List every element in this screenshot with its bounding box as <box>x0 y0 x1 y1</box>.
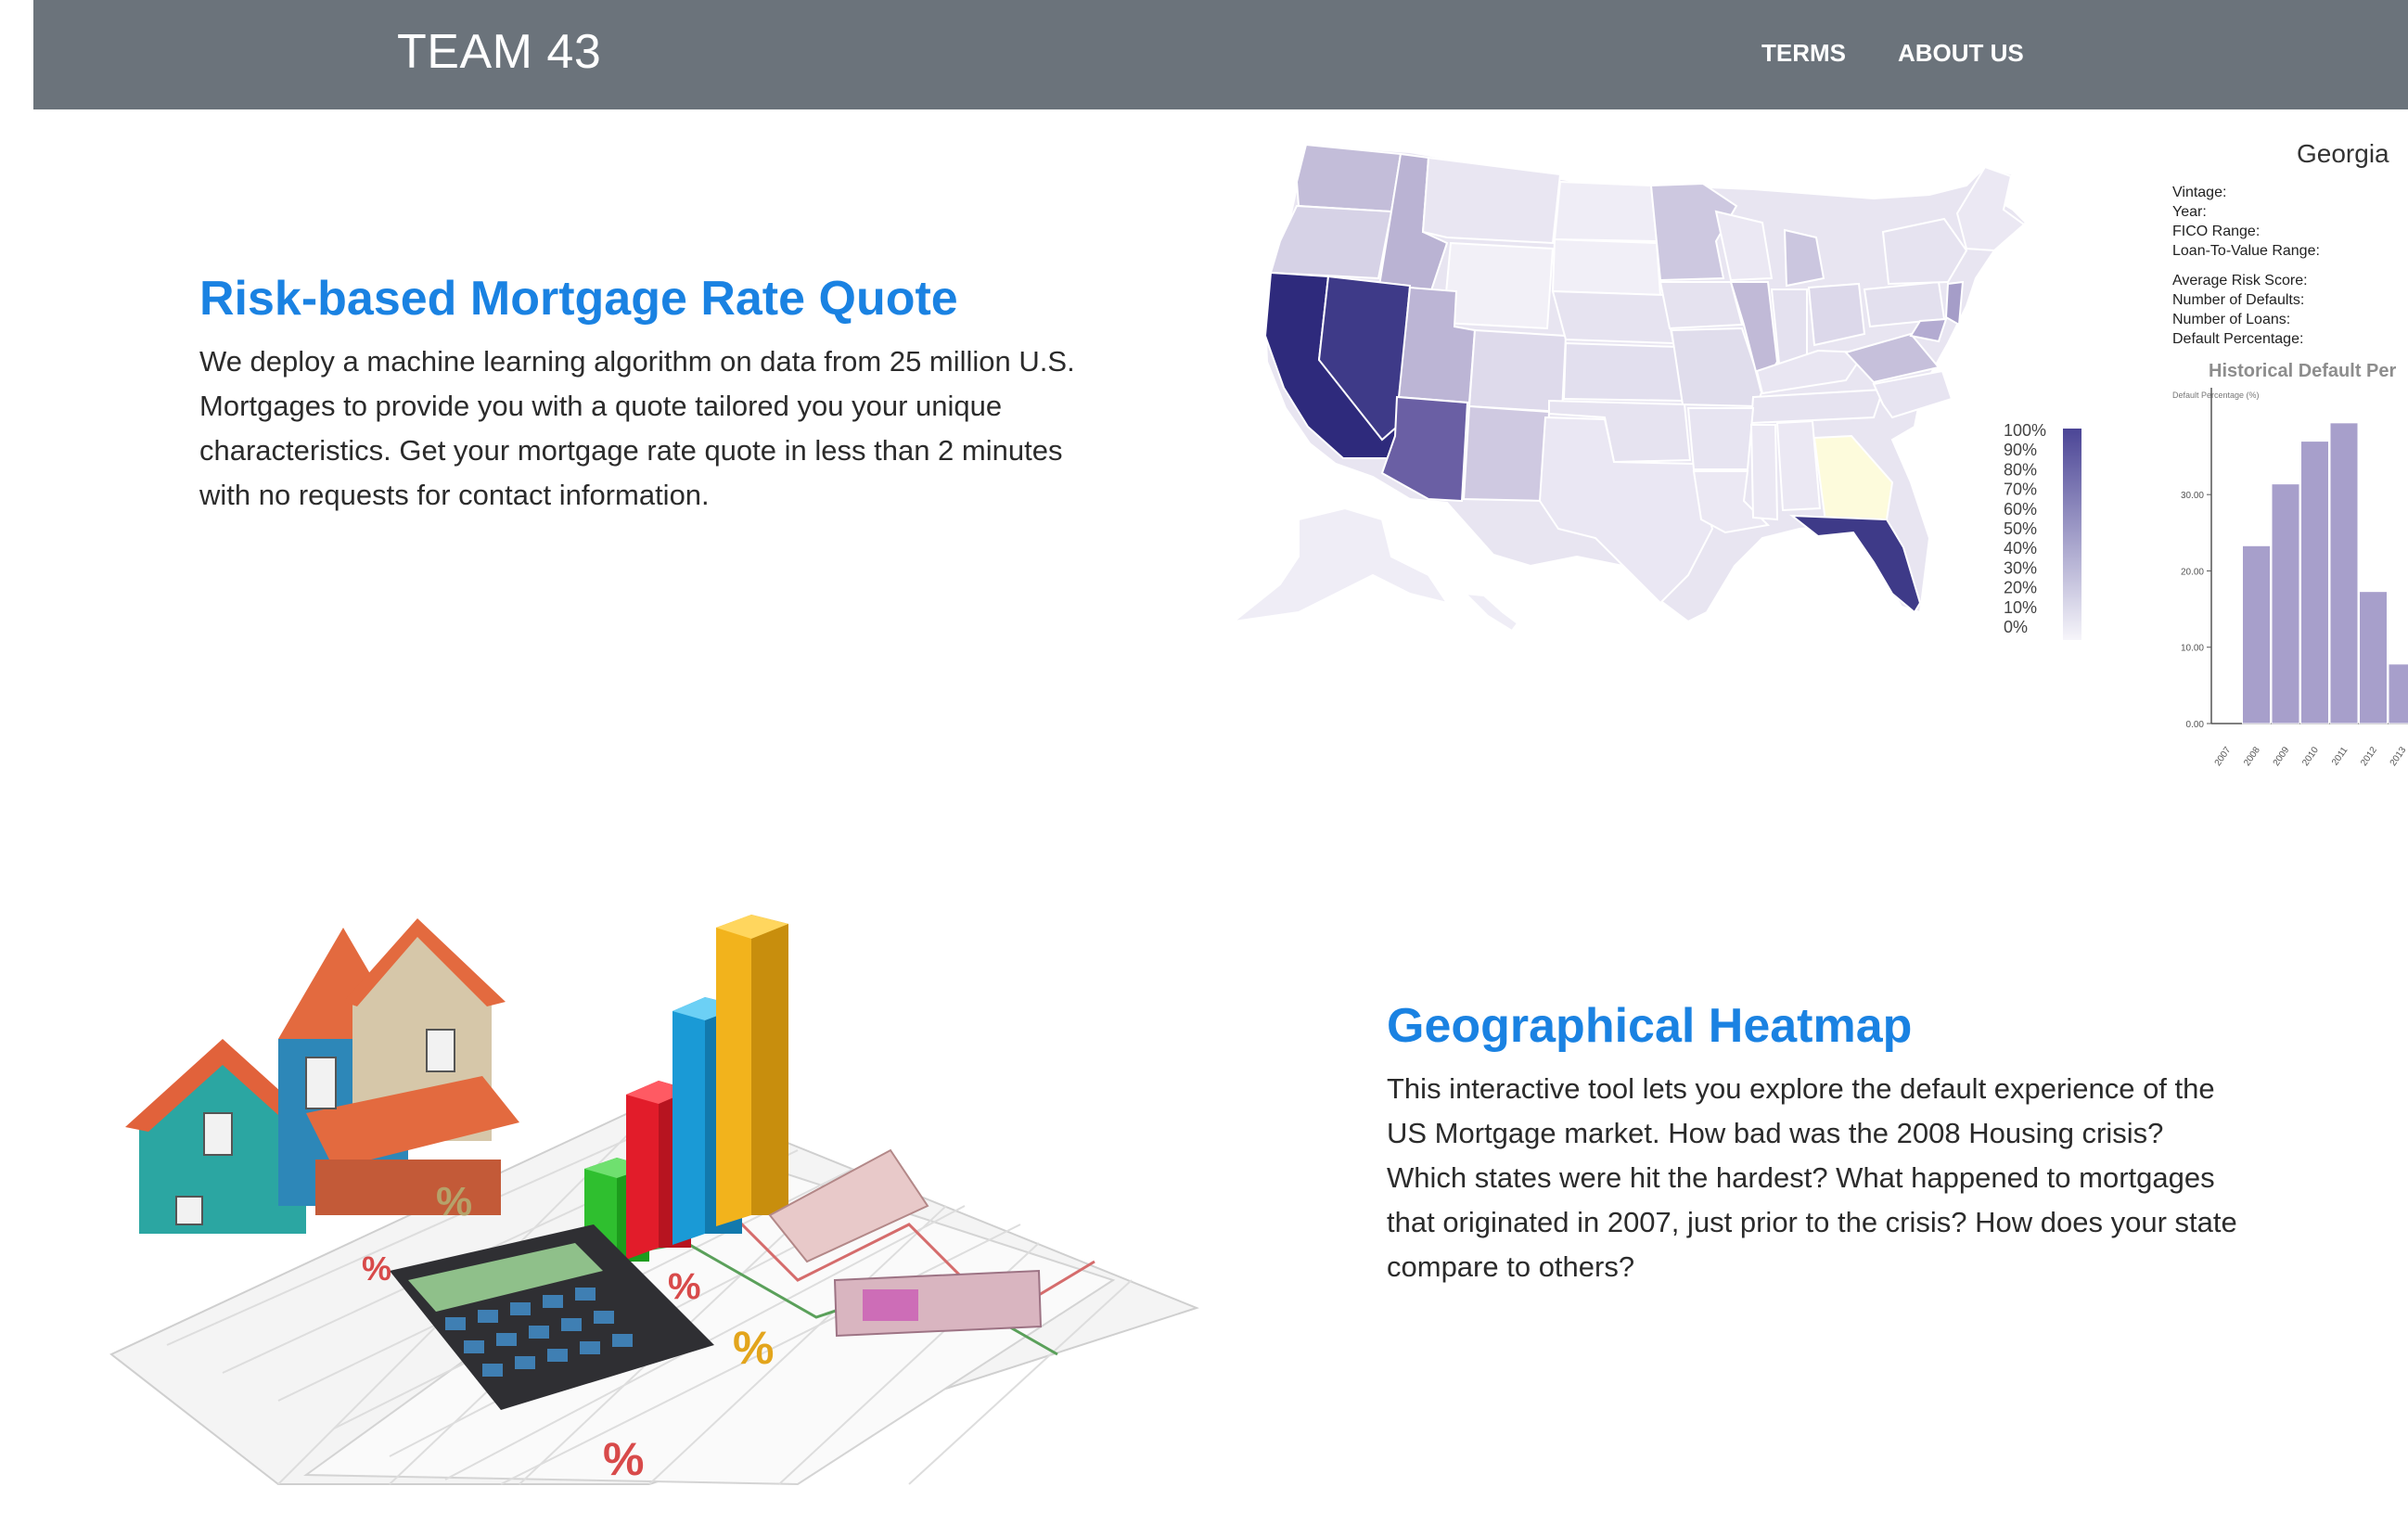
state-hawaii[interactable] <box>1463 592 1519 633</box>
state-washington[interactable] <box>1295 143 1403 213</box>
state-arkansas[interactable] <box>1686 407 1755 470</box>
chart-y-tick-label: 0.00 <box>2186 720 2205 730</box>
nav-terms-link[interactable]: TERMS <box>1761 39 1846 68</box>
state-iowa[interactable] <box>1659 281 1744 330</box>
state-alaska[interactable] <box>1230 506 1450 623</box>
state-new-mexico[interactable] <box>1462 404 1551 503</box>
chart-ylabel: Default Percentage (%) <box>2172 391 2260 400</box>
page-margin <box>0 0 33 1525</box>
state-new-jersey[interactable] <box>1944 280 1965 327</box>
state-new-england[interactable] <box>1955 165 2026 252</box>
section-body-rate-quote: We deploy a machine learning algorithm o… <box>199 345 1075 511</box>
default-bar-chart: 0.00 10.00 20.00 30.00 2007 2008 2009 2010 2011 2… <box>2181 388 2408 768</box>
legend-label: 80% <box>2004 460 2037 479</box>
heatmap-legend: 100%90%80% 70%60%50%40%30% 20%10%0% <box>2004 421 2046 636</box>
nav-about-us-link[interactable]: ABOUT US <box>1898 39 2024 68</box>
state-detail-panel: Georgia Vintage: Year: FICO Range: Loan-… <box>2172 139 2408 768</box>
chart-y-tick-label: 30.00 <box>2181 491 2204 501</box>
state-colorado[interactable] <box>1467 328 1568 414</box>
svg-text:%: % <box>733 1322 774 1374</box>
top-navbar: TEAM 43 TERMS ABOUT US <box>33 0 2408 109</box>
legend-label: 40% <box>2004 539 2037 557</box>
chart-x-tick-label: 2013 <box>2389 745 2408 768</box>
legend-label: 70% <box>2004 481 2037 499</box>
panel-field-loans: Number of Loans: <box>2172 312 2290 327</box>
chart-bar-2011[interactable] <box>2329 422 2359 724</box>
legend-label: 10% <box>2004 598 2037 617</box>
state-ohio[interactable] <box>1807 282 1866 347</box>
chart-x-tick-label: 2010 <box>2300 745 2321 768</box>
state-wyoming[interactable] <box>1441 241 1555 330</box>
panel-field-year: Year: <box>2172 204 2207 220</box>
state-montana[interactable] <box>1421 156 1562 245</box>
section-body-heatmap: This interactive tool lets you explore t… <box>1387 1072 2237 1283</box>
section-title-rate-quote: Risk-based Mortgage Rate Quote <box>199 272 958 326</box>
panel-field-risk: Average Risk Score: <box>2172 273 2308 288</box>
svg-text:%: % <box>603 1433 644 1485</box>
chart-bar-2012[interactable] <box>2359 591 2388 724</box>
legend-label: 20% <box>2004 579 2037 597</box>
chart-x-tick-label: 2011 <box>2330 745 2350 767</box>
chart-x-tick-label: 2008 <box>2242 745 2262 768</box>
state-mississippi[interactable] <box>1749 424 1779 521</box>
chart-bar-2013[interactable] <box>2388 663 2408 724</box>
panel-field-default-pct: Default Percentage: <box>2172 331 2303 347</box>
state-south-dakota[interactable] <box>1551 237 1662 297</box>
panel-fields-a: Vintage: Year: FICO Range: Loan-To-Value… <box>2172 185 2320 259</box>
legend-label: 50% <box>2004 519 2037 538</box>
chart-y-tick-label: 10.00 <box>2181 644 2204 654</box>
panel-fields-b: Average Risk Score: Number of Defaults: … <box>2172 273 2308 347</box>
state-kansas[interactable] <box>1562 341 1684 403</box>
state-nebraska[interactable] <box>1551 289 1675 345</box>
chart-bar-2010[interactable] <box>2300 441 2329 724</box>
chart-bar-2008[interactable] <box>2242 545 2271 724</box>
legend-label: 30% <box>2004 558 2037 577</box>
state-alabama[interactable] <box>1775 419 1822 512</box>
svg-text:%: % <box>436 1179 472 1224</box>
chart-y-tick-label: 20.00 <box>2181 567 2204 577</box>
chart-title: Historical Default Per <box>2209 361 2397 381</box>
svg-text:%: % <box>668 1266 701 1307</box>
svg-text:%: % <box>362 1249 391 1288</box>
state-north-dakota[interactable] <box>1553 180 1659 243</box>
legend-color-bar <box>2063 429 2081 640</box>
panel-field-ltv: Loan-To-Value Range: <box>2172 243 2320 259</box>
legend-label: 60% <box>2004 500 2037 519</box>
chart-bar-2009[interactable] <box>2271 483 2300 724</box>
panel-field-defaults: Number of Defaults: <box>2172 292 2304 308</box>
chart-x-tick-label: 2012 <box>2359 745 2379 768</box>
chart-x-tick-label: 2007 <box>2213 745 2234 768</box>
panel-field-vintage: Vintage: <box>2172 185 2226 200</box>
chart-x-tick-label: 2009 <box>2272 745 2292 768</box>
legend-label: 0% <box>2004 618 2028 636</box>
mortgage-illustration: % % % % % <box>33 826 1221 1486</box>
us-heatmap[interactable]: 100%90%80% 70%60%50%40%30% 20%10%0% <box>1206 130 2115 649</box>
state-oregon[interactable] <box>1269 204 1393 280</box>
legend-label: 100% <box>2004 421 2046 440</box>
panel-state-name: Georgia <box>2297 139 2389 168</box>
section-title-heatmap: Geographical Heatmap <box>1387 999 1913 1053</box>
panel-field-fico: FICO Range: <box>2172 224 2260 239</box>
brand-logo[interactable]: TEAM 43 <box>397 24 601 80</box>
legend-label: 90% <box>2004 441 2037 459</box>
